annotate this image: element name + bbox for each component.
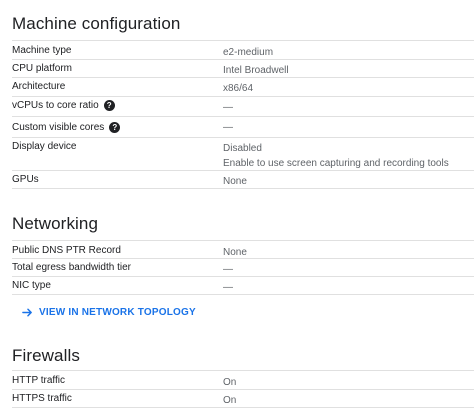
- row-value: —: [223, 102, 233, 113]
- row-value: Intel Broadwell: [223, 65, 289, 76]
- row-label: HTTP traffic: [12, 375, 65, 386]
- row-value: Disabled Enable to use screen capturing …: [223, 141, 449, 171]
- row-value: x86/64: [223, 83, 254, 94]
- help-circle-icon[interactable]: ?: [109, 122, 121, 133]
- row-label: HTTPS traffic: [12, 393, 72, 404]
- row-label: Total egress bandwidth tier: [12, 262, 131, 273]
- display-device-hint: Enable to use screen capturing and recor…: [223, 158, 449, 169]
- row-custom-visible-cores: Custom visible cores ? —: [12, 116, 474, 138]
- row-label: CPU platform: [12, 63, 73, 74]
- section-title-firewalls: Firewalls: [12, 346, 80, 365]
- row-nic-type: NIC type —: [12, 276, 474, 295]
- row-public-dns-ptr-record: Public DNS PTR Record None: [12, 241, 474, 259]
- arrow-right-icon: [22, 308, 32, 317]
- row-label: Display device: [12, 141, 77, 152]
- display-device-status: Disabled: [223, 143, 262, 154]
- row-label: vCPUs to core ratio ?: [12, 100, 115, 111]
- row-vcpus-to-core-ratio: vCPUs to core ratio ? —: [12, 96, 474, 117]
- section-title-networking: Networking: [12, 214, 99, 233]
- row-value: —: [223, 282, 233, 293]
- row-label: Machine type: [12, 45, 72, 56]
- row-label: Public DNS PTR Record: [12, 245, 121, 256]
- row-value: On: [223, 395, 237, 406]
- row-gpus: GPUs None: [12, 170, 474, 189]
- row-label: Custom visible cores ?: [12, 122, 121, 133]
- row-label: GPUs: [12, 174, 39, 185]
- row-value: —: [223, 122, 233, 133]
- row-label: Architecture: [12, 81, 66, 92]
- row-machine-type: Machine type e2-medium: [12, 41, 474, 60]
- row-value: —: [223, 264, 233, 275]
- section-title-machine-configuration: Machine configuration: [12, 14, 181, 33]
- row-https-traffic: HTTPS traffic On: [12, 389, 474, 408]
- row-value: On: [223, 377, 237, 388]
- row-label: NIC type: [12, 280, 51, 291]
- view-in-network-topology-link[interactable]: VIEW IN NETWORK TOPOLOGY: [22, 307, 196, 318]
- row-architecture: Architecture x86/64: [12, 77, 474, 97]
- link-label: VIEW IN NETWORK TOPOLOGY: [39, 307, 196, 318]
- row-http-traffic: HTTP traffic On: [12, 371, 474, 390]
- row-value: None: [223, 176, 247, 187]
- row-value: e2-medium: [223, 47, 274, 58]
- row-cpu-platform: CPU platform Intel Broadwell: [12, 59, 474, 78]
- row-display-device: Display device Disabled Enable to use sc…: [12, 137, 474, 171]
- help-circle-icon[interactable]: ?: [103, 100, 115, 111]
- row-total-egress-bandwidth-tier: Total egress bandwidth tier —: [12, 258, 474, 277]
